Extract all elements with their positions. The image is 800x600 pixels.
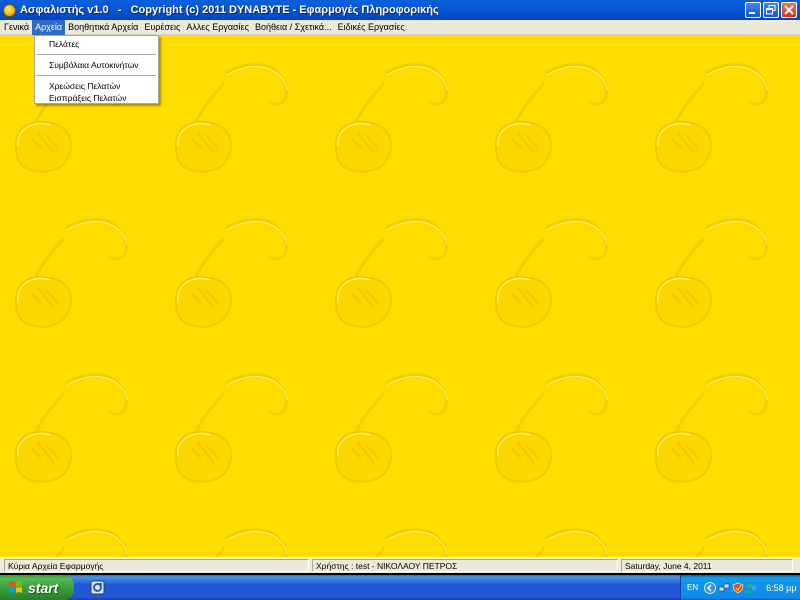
menu-searches[interactable]: Ευρέσεις xyxy=(141,20,183,35)
restore-button[interactable] xyxy=(763,2,779,18)
taskbar: start EN 6:58 μμ xyxy=(0,575,800,600)
close-icon xyxy=(784,5,794,15)
minimize-icon xyxy=(749,12,755,14)
clock[interactable]: 6:58 μμ xyxy=(766,583,796,593)
tray-icons xyxy=(704,581,758,594)
windows-logo-icon xyxy=(9,581,22,593)
start-button[interactable]: start xyxy=(0,575,74,600)
menu-general[interactable]: Γενικά xyxy=(0,20,32,35)
status-panel-user: Χρήστης : test - ΝΙΚΟΛΑΟΥ ΠΕΤΡΟΣ xyxy=(312,559,618,572)
app-icon[interactable] xyxy=(3,3,16,17)
status-panel-section: Κύρια Αρχεία Εφαρμογής xyxy=(4,559,309,572)
network-icon[interactable] xyxy=(718,582,730,594)
mdi-background xyxy=(0,35,800,557)
menu-item-customer-receipts[interactable]: Εισπράξεις Πελατών xyxy=(35,92,158,104)
background-pattern xyxy=(0,35,800,557)
menu-item-customer-charges[interactable]: Χρεώσεις Πελατών xyxy=(35,80,158,92)
messenger-icon[interactable] xyxy=(746,582,758,594)
status-panel-date: Saturday, June 4, 2011 xyxy=(621,559,793,572)
menu-separator xyxy=(37,54,156,55)
language-indicator[interactable]: EN xyxy=(687,583,698,592)
close-button[interactable] xyxy=(781,2,797,18)
restore-icon xyxy=(766,5,776,15)
menu-item-car-contracts[interactable]: Συμβόλαια Αυτοκινήτων xyxy=(35,59,158,71)
window-title: Ασφαλιστής v1.0 - Copyright (c) 2011 DYN… xyxy=(20,4,439,16)
menu-bar: Γενικά Αρχεία Βοηθητικά Αρχεία Ευρέσεις … xyxy=(0,19,800,35)
quick-launch-show-desktop-icon[interactable] xyxy=(90,580,105,595)
menu-other-tasks[interactable]: Αλλες Εργασίες xyxy=(183,20,252,35)
status-bar: Κύρια Αρχεία Εφαρμογής Χρήστης : test - … xyxy=(0,557,800,573)
title-bar[interactable]: Ασφαλιστής v1.0 - Copyright (c) 2011 DYN… xyxy=(0,0,800,20)
start-label: start xyxy=(28,579,59,596)
menu-item-customers[interactable]: Πελάτες xyxy=(35,38,158,50)
menu-files[interactable]: Αρχεία xyxy=(32,19,66,35)
security-icon[interactable] xyxy=(732,582,744,594)
window-controls xyxy=(745,2,797,18)
menu-special-tasks[interactable]: Ειδικές Εργασίες xyxy=(335,20,408,35)
menu-help-about[interactable]: Βοήθεια / Σχετικά... xyxy=(252,20,335,35)
minimize-button[interactable] xyxy=(745,2,761,18)
system-tray: EN 6:58 μμ xyxy=(680,575,800,600)
tray-expand-icon[interactable] xyxy=(704,581,717,594)
menu-separator xyxy=(37,75,156,76)
menu-auxiliary-files[interactable]: Βοηθητικά Αρχεία xyxy=(65,20,141,35)
files-dropdown-menu: Πελάτες Συμβόλαια Αυτοκινήτων Χρεώσεις Π… xyxy=(34,35,159,104)
